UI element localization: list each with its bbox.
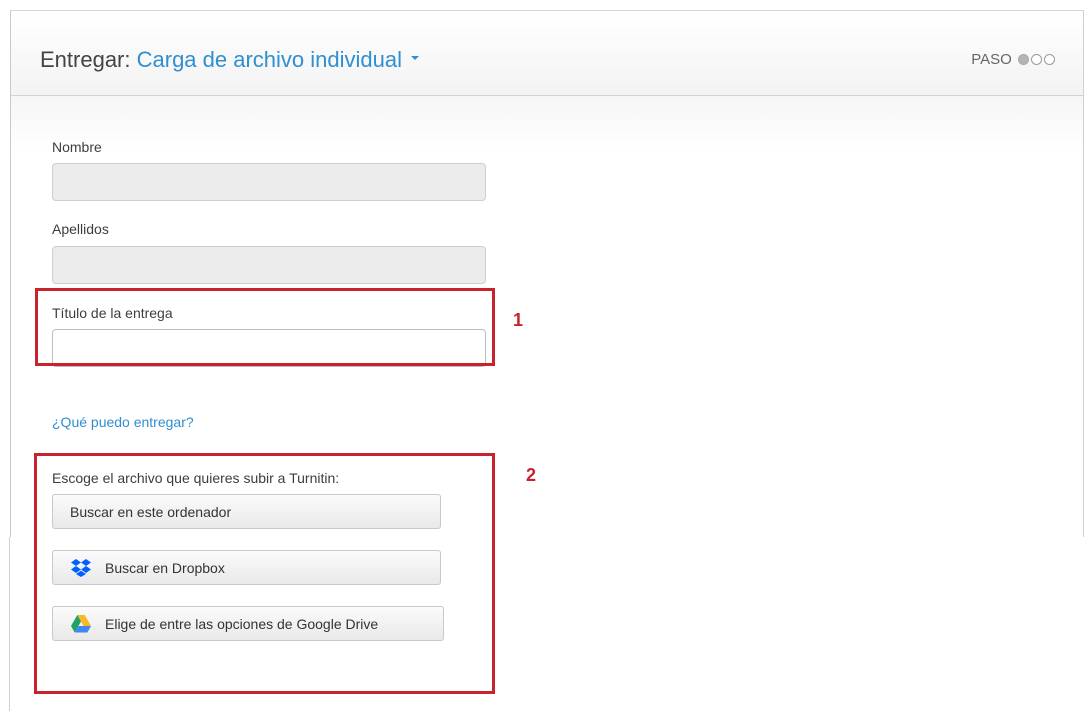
annotation-number-2: 2 (526, 465, 537, 485)
left-border-lower (9, 537, 10, 711)
step-dot-3-icon (1044, 54, 1055, 65)
page: Entregar: Carga de archivo individual PA… (0, 0, 1086, 711)
upload-type-label: Carga de archivo individual (136, 47, 402, 72)
caret-down-icon (411, 56, 419, 61)
panel-header: Entregar: Carga de archivo individual PA… (11, 11, 1083, 96)
annotation-number-1: 1 (513, 310, 524, 330)
upload-type-dropdown[interactable]: Carga de archivo individual (137, 47, 419, 72)
annotation-box-2 (34, 453, 495, 694)
title-prefix: Entregar: (40, 47, 131, 72)
step-dot-2-icon (1031, 54, 1042, 65)
first-name-field[interactable] (52, 163, 486, 201)
what-can-i-submit-link[interactable]: ¿Qué puedo entregar? (52, 414, 194, 430)
annotation-box-1 (35, 288, 495, 366)
first-name-label: Nombre (52, 139, 102, 155)
step-label: PASO (971, 51, 1012, 68)
last-name-label: Apellidos (52, 221, 109, 237)
step-dot-1-icon (1018, 54, 1029, 65)
step-indicator: PASO (971, 51, 1055, 69)
last-name-field[interactable] (52, 246, 486, 284)
page-title: Entregar: Carga de archivo individual (40, 47, 419, 73)
